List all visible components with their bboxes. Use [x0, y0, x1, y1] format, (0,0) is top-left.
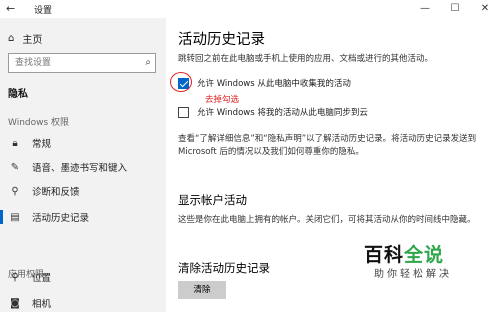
- maximize-button[interactable]: ☐: [440, 0, 470, 18]
- collect-activity-checkbox-row[interactable]: 允许 Windows 从此电脑中收集我的活动: [178, 77, 351, 89]
- title-bar: ← 设置 — ☐ ✕: [0, 0, 500, 18]
- sidebar-item-label: 常规: [32, 139, 52, 150]
- feedback-icon: ⚲: [11, 185, 19, 197]
- section-heading-privacy: 隐私: [8, 89, 28, 100]
- watermark-logo-part-b: 全说: [404, 244, 445, 266]
- nav-home[interactable]: ⌂ 主页: [8, 30, 42, 46]
- search-input[interactable]: 查找设置 ⌕: [8, 53, 156, 73]
- camera-icon: ◙: [10, 297, 20, 309]
- privacy-info-paragraph: 查看“了解详细信息”和“隐私声明”以了解活动历史记录。将活动历史记录发送到 Mi…: [178, 134, 477, 157]
- collect-activity-label: 允许 Windows 从此电脑中收集我的活动: [197, 79, 351, 89]
- sidebar-item-diagnostics[interactable]: ⚲ 诊断和反馈: [0, 182, 166, 200]
- back-arrow-icon[interactable]: ←: [6, 2, 20, 16]
- minimize-button[interactable]: —: [410, 0, 440, 18]
- sync-activity-label: 允许 Windows 将我的活动从此电脑同步到云: [197, 108, 368, 118]
- lock-icon: 🔒︎: [12, 137, 18, 149]
- watermark-logo-part-a: 百科: [364, 244, 405, 266]
- clear-button[interactable]: 清除: [178, 281, 226, 299]
- sidebar-item-general[interactable]: 🔒︎ 常规: [0, 134, 166, 152]
- sidebar-item-label: 活动历史记录: [32, 213, 90, 224]
- nav-home-label: 主页: [22, 34, 43, 46]
- history-icon: ▤: [10, 211, 20, 223]
- sidebar-item-label: 语音、墨迹书写和键入: [32, 163, 128, 174]
- section-heading-windows-permissions: Windows 权限: [8, 118, 70, 128]
- home-icon: ⌂: [8, 32, 15, 44]
- watermark: 百科全说 助你轻松解决: [364, 240, 484, 280]
- page-description: 跳转回之前在此电脑或手机上使用的应用、文档或进行的其他活动。: [178, 54, 434, 64]
- annotation-circle: [170, 72, 192, 92]
- annotation-text: 去掉勾选: [205, 95, 240, 105]
- window-title: 设置: [34, 6, 53, 16]
- page-title: 活动历史记录: [178, 32, 265, 48]
- sync-activity-checkbox-row[interactable]: 允许 Windows 将我的活动从此电脑同步到云: [178, 106, 368, 118]
- close-button[interactable]: ✕: [470, 0, 500, 18]
- watermark-subtitle: 助你轻松解决: [374, 269, 452, 280]
- sidebar-item-label: 诊断和反馈: [32, 187, 80, 198]
- watermark-logo: 百科全说: [364, 240, 444, 267]
- search-placeholder: 查找设置: [15, 58, 52, 68]
- show-accounts-heading: 显示帐户活动: [178, 193, 247, 207]
- sidebar-item-label: 相机: [32, 299, 52, 310]
- sidebar-item-label: 位置: [32, 273, 52, 284]
- clear-history-heading: 清除活动历史记录: [178, 261, 270, 275]
- show-accounts-description: 这些是你在此电脑上拥有的帐户。关闭它们，可将其活动从你的时间线中隐藏。: [178, 215, 476, 225]
- ink-icon: ✎: [10, 161, 20, 173]
- sidebar-item-camera[interactable]: ◙ 相机: [0, 294, 166, 312]
- sync-activity-checkbox[interactable]: [178, 106, 189, 118]
- sidebar: ⌂ 主页 查找设置 ⌕ 隐私 Windows 权限 🔒︎ 常规 ✎ 语音、墨迹书…: [0, 18, 166, 312]
- search-icon[interactable]: ⌕: [145, 54, 151, 72]
- sidebar-item-activity-history[interactable]: ▤ 活动历史记录: [0, 208, 166, 226]
- sidebar-item-speech-inking[interactable]: ✎ 语音、墨迹书写和键入: [0, 158, 166, 176]
- sidebar-item-location[interactable]: ⚲ 位置: [0, 268, 166, 286]
- location-icon: ⚲: [11, 271, 19, 283]
